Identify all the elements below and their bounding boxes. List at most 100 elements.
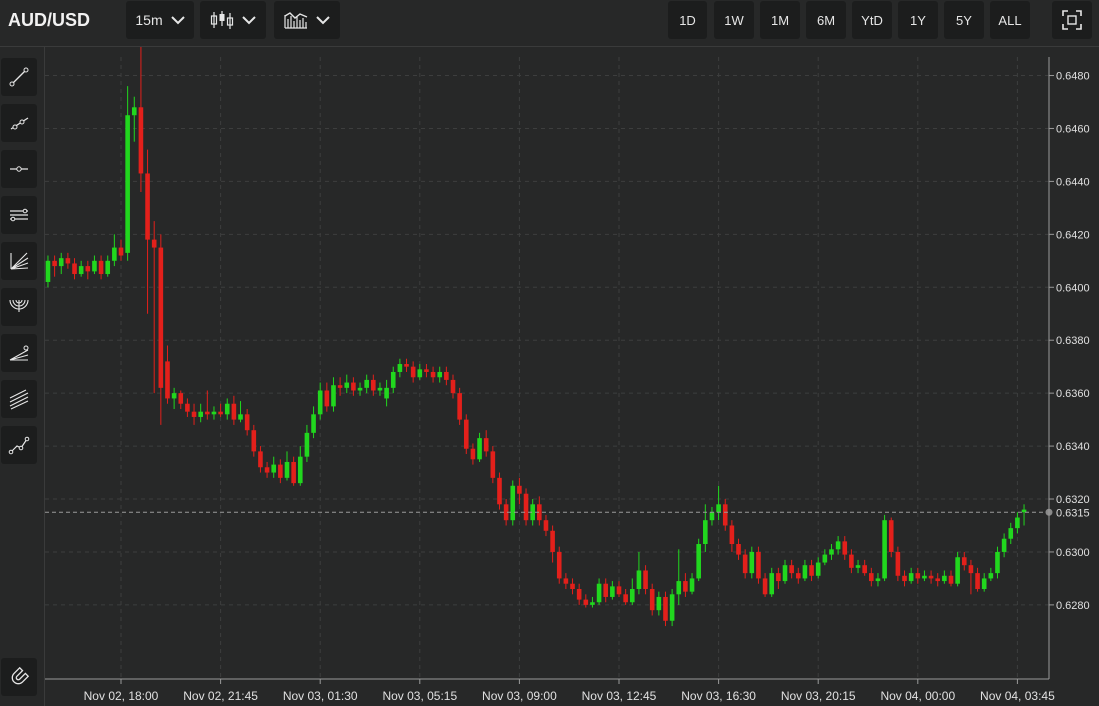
candle-body [556,551,562,579]
candle [198,403,203,423]
candle [649,583,655,616]
fib-channel-icon [9,389,29,410]
candle-body [603,583,609,597]
candle [696,538,701,582]
range-1m-button[interactable]: 1M [760,1,800,39]
magnet-tool[interactable] [1,658,37,696]
candle-body [337,385,343,388]
candle-body [125,115,130,253]
candle [52,255,57,277]
candle-body [158,247,164,388]
candle [543,514,549,537]
candle [165,345,170,404]
candle-body [72,263,77,275]
candle-body [450,379,456,394]
interval-dropdown[interactable]: 15m [126,1,194,39]
candle-body [105,260,111,275]
candle-body [935,578,941,582]
parallel-channel-icon [10,208,28,222]
candle-body [815,562,821,576]
candle-body [404,364,409,367]
candle-body [895,551,901,576]
candle [802,559,808,582]
trend-line-tool[interactable] [1,58,37,96]
horizontal-line-icon [10,166,28,172]
fullscreen-button[interactable] [1052,1,1092,39]
candle-body [98,260,104,275]
candle-body [809,565,814,576]
indicators-dropdown[interactable] [274,1,340,39]
candle [424,364,429,378]
candle-body [45,260,51,282]
candle-body [736,544,741,555]
candle [556,546,562,584]
candle-body [417,369,423,378]
pitchfork-tool[interactable] [1,334,37,372]
candle [1008,522,1014,545]
parallel-channel-tool[interactable] [1,196,37,234]
candle [450,374,456,399]
candle [862,559,867,576]
candle-body [165,361,170,399]
candle [417,364,423,380]
top-toolbar: AUD/USD 15m 1D 1W 1M 6M YtD 1Y 5Y ALL [0,0,1099,47]
range-1w-button[interactable]: 1W [714,1,754,39]
candle [224,398,230,420]
range-5y-button[interactable]: 5Y [944,1,984,39]
price-axis[interactable]: 0.6280 0.6300 0.6320 0.6340 0.6360 0.6380 0.64… [1049,71,1090,612]
candle-body [523,493,529,521]
horizontal-line-tool[interactable] [1,150,37,188]
range-ytd-button[interactable]: YtD [852,1,892,39]
candle [570,578,575,595]
x-tick-label: Nov 03, 12:45 [582,689,657,703]
fib-arc-tool[interactable] [1,288,37,326]
candle [955,551,960,587]
range-all-button[interactable]: ALL [990,1,1030,39]
candle-body [112,247,117,261]
candle-body [722,504,728,526]
candle [968,559,974,595]
candle [563,573,569,590]
x-tick-label: Nov 02, 21:45 [183,689,258,703]
candle-body [463,419,469,449]
candle-body [424,369,429,372]
candle-body [477,438,482,460]
candle-body [264,467,270,473]
candle-body [995,551,1000,574]
candle-body [570,583,575,590]
chart-grid [45,57,1049,679]
ray-tool[interactable] [1,104,37,142]
candle-body [510,485,516,521]
candle [437,366,443,383]
candle [477,432,482,462]
candle-body [297,456,303,484]
candle-body [756,551,761,579]
pitchfork-icon [9,345,29,361]
candle-body [709,512,715,521]
time-axis[interactable]: Nov 02, 18:00 Nov 02, 21:45 Nov 03, 01:30 N… [84,679,1055,703]
candle [749,546,755,579]
candle-body [351,382,356,391]
candle [676,549,682,605]
polyline-tool[interactable] [1,426,37,464]
price-chart[interactable]: 0.6315 0.62800.63000.63200.63400.63600.6… [45,47,1099,706]
candle-body [138,107,144,174]
candle-body [224,403,230,415]
fib-fan-tool[interactable] [1,242,37,280]
fib-channel-tool[interactable] [1,380,37,418]
candle-body [696,544,701,579]
candle [1015,512,1020,534]
candle-body [185,403,190,412]
candle [238,401,243,423]
candle-body [882,520,887,579]
range-6m-button[interactable]: 6M [806,1,846,39]
fib-arc-icon [9,299,29,312]
range-1d-button[interactable]: 1D [668,1,707,39]
chart-type-dropdown[interactable] [200,1,266,39]
candle [125,86,130,261]
candle [849,549,854,574]
candle-body [776,573,781,582]
range-1y-button[interactable]: 1Y [898,1,938,39]
indicators-icon [284,12,308,29]
candle [869,567,874,587]
